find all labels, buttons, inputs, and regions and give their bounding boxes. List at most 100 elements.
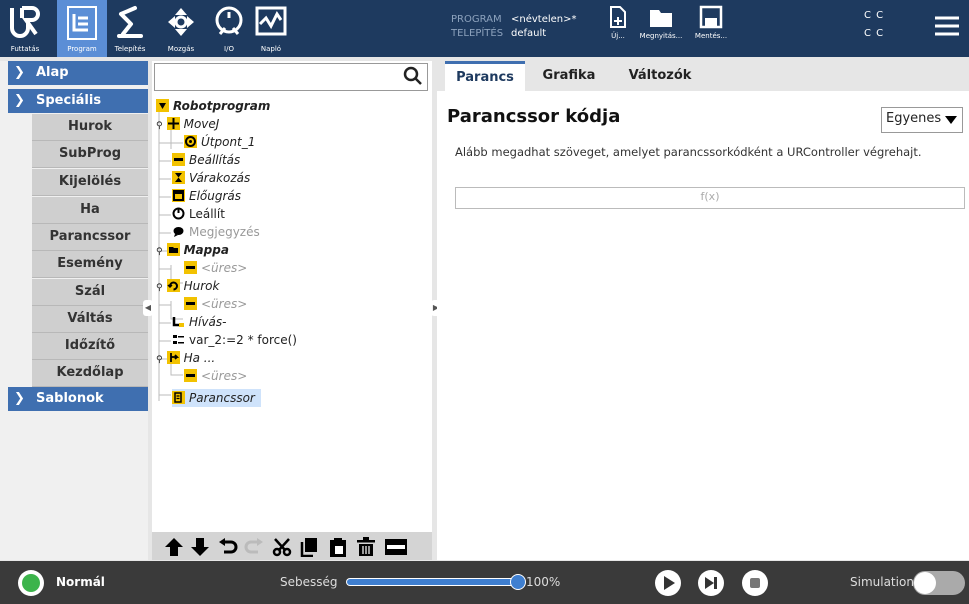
log-tab-button[interactable]: Napló bbox=[249, 0, 293, 57]
tree-node-wait[interactable]: Várakozás bbox=[172, 169, 250, 187]
nav-item-event[interactable]: Esemény bbox=[32, 251, 148, 278]
nav-item-if[interactable]: Ha bbox=[32, 197, 148, 224]
delete-icon[interactable] bbox=[356, 537, 376, 557]
expression-placeholder: f(x) bbox=[700, 190, 720, 203]
nav-templates-label: Sablonok bbox=[36, 391, 104, 406]
empty-icon bbox=[184, 297, 197, 310]
copy-icon[interactable] bbox=[300, 537, 320, 557]
tab-command[interactable]: Parancs bbox=[445, 61, 525, 91]
speed-slider-fill bbox=[347, 579, 517, 585]
stop-button[interactable] bbox=[741, 569, 769, 597]
call-icon bbox=[172, 317, 184, 327]
search-input[interactable] bbox=[154, 63, 428, 91]
halt-icon bbox=[172, 207, 185, 220]
tree-node-label: <üres> bbox=[201, 261, 248, 275]
open-label: Megnyitás... bbox=[639, 32, 683, 40]
nav-item-thread[interactable]: Szál bbox=[32, 279, 148, 306]
status-bar: Normál Sebesség 100% Simulation bbox=[0, 561, 969, 604]
tree-node-comment[interactable]: Megjegyzés bbox=[172, 223, 260, 241]
ur-logo-icon bbox=[10, 6, 40, 38]
play-button[interactable] bbox=[654, 569, 682, 597]
program-node-navigation: ❯ Alap ❯ Speciális Hurok SubProg Kijelöl… bbox=[0, 61, 148, 560]
suppress-icon[interactable] bbox=[384, 537, 408, 557]
tree-node-label: Hurok bbox=[183, 279, 220, 293]
description-text: Alább megadhat szöveget, amelyet parancs… bbox=[455, 145, 922, 159]
installation-tab-button[interactable]: Telepítés bbox=[108, 0, 152, 57]
chevron-right-icon: ❯ bbox=[14, 65, 25, 80]
nav-item-loop[interactable]: Hurok bbox=[32, 114, 148, 141]
undo-icon[interactable] bbox=[218, 537, 238, 557]
open-folder-icon bbox=[650, 10, 672, 27]
tree-node-loop[interactable]: ⚲ Hurok bbox=[156, 277, 219, 295]
if-icon bbox=[166, 351, 180, 364]
speed-value: 100% bbox=[526, 575, 561, 589]
cc-indicator-bottom: C C bbox=[864, 28, 885, 39]
nav-advanced-label: Speciális bbox=[36, 93, 102, 108]
tree-node-empty[interactable]: <üres> bbox=[184, 295, 247, 313]
new-file-icon bbox=[610, 6, 626, 28]
move-up-icon[interactable] bbox=[164, 537, 184, 557]
new-file-label: Új... bbox=[611, 32, 625, 40]
nav-item-assignment[interactable]: Kijelölés bbox=[32, 169, 148, 196]
paste-icon[interactable] bbox=[328, 537, 348, 557]
tree-node-call[interactable]: Hívás- bbox=[172, 313, 226, 331]
tree-node-waypoint[interactable]: Útpont_1 bbox=[184, 133, 255, 151]
move-down-icon[interactable] bbox=[190, 537, 210, 557]
program-name-label: PROGRAM bbox=[451, 14, 502, 25]
tree-node-halt[interactable]: Leállít bbox=[172, 205, 225, 223]
popup-icon bbox=[172, 189, 185, 202]
movej-icon bbox=[166, 117, 180, 130]
nav-item-subprog[interactable]: SubProg bbox=[32, 141, 148, 168]
simulation-toggle[interactable] bbox=[913, 571, 965, 595]
tab-graphics[interactable]: Grafika bbox=[529, 61, 609, 91]
tree-toolbar bbox=[152, 532, 432, 560]
tree-node-assignment[interactable]: var_2:=2 * force() bbox=[172, 331, 297, 349]
hamburger-menu-icon bbox=[935, 16, 959, 36]
tab-variables[interactable]: Változók bbox=[615, 61, 705, 91]
tree-node-robotprogram[interactable]: Robotprogram bbox=[156, 97, 270, 115]
io-tab-button[interactable]: I/O bbox=[209, 0, 249, 57]
move-tab-button[interactable]: Mozgás bbox=[158, 0, 204, 57]
tree-node-label: Mappa bbox=[183, 243, 229, 257]
hamburger-menu-button[interactable] bbox=[933, 14, 961, 38]
cut-icon[interactable] bbox=[272, 537, 292, 557]
nav-templates-header[interactable]: ❯ Sablonok bbox=[8, 387, 148, 411]
tree-node-movej[interactable]: ⚲ MoveJ bbox=[156, 115, 219, 133]
speed-slider-knob[interactable] bbox=[510, 574, 526, 590]
open-button[interactable]: Megnyitás... bbox=[636, 0, 686, 57]
redo-icon[interactable] bbox=[244, 537, 264, 557]
expand-pin-icon: ⚲ bbox=[156, 283, 163, 293]
new-file-button[interactable]: Új... bbox=[600, 0, 636, 57]
nav-item-script[interactable]: Parancssor bbox=[32, 224, 148, 251]
search-icon[interactable] bbox=[403, 66, 423, 90]
io-tab-label: I/O bbox=[224, 45, 234, 53]
run-tab-button[interactable]: Futtatás bbox=[0, 0, 50, 57]
expand-pin-icon: ⚲ bbox=[156, 247, 163, 257]
tree-node-script-selected[interactable]: Parancssor bbox=[172, 389, 261, 407]
nav-item-home[interactable]: Kezdőlap bbox=[32, 360, 148, 387]
script-mode-dropdown[interactable]: Egyenes bbox=[881, 107, 963, 133]
save-button[interactable]: Mentés... bbox=[688, 0, 734, 57]
tree-node-empty[interactable]: <üres> bbox=[184, 367, 247, 385]
empty-icon bbox=[184, 261, 197, 274]
speed-slider-track[interactable] bbox=[346, 578, 518, 586]
tree-node-if[interactable]: ⚲ Ha ... bbox=[156, 349, 215, 367]
tree-node-label: Hívás- bbox=[189, 315, 227, 329]
tree-node-empty[interactable]: <üres> bbox=[184, 259, 247, 277]
step-button[interactable] bbox=[697, 569, 725, 597]
chevron-right-icon: ❯ bbox=[14, 391, 25, 406]
tree-node-folder[interactable]: ⚲ Mappa bbox=[156, 241, 229, 259]
run-tab-label: Futtatás bbox=[10, 45, 40, 53]
nav-item-timer[interactable]: Időzítő bbox=[32, 333, 148, 360]
tree-node-popup[interactable]: Előugrás bbox=[172, 187, 241, 205]
program-tab-button[interactable]: Program bbox=[57, 0, 107, 57]
expression-field[interactable]: f(x) bbox=[455, 187, 965, 209]
tree-node-label: <üres> bbox=[201, 369, 248, 383]
robot-status-button[interactable] bbox=[18, 570, 44, 596]
expand-pin-icon: ⚲ bbox=[156, 121, 163, 131]
nav-item-switch[interactable]: Váltás bbox=[32, 306, 148, 333]
nav-advanced-header[interactable]: ❯ Speciális bbox=[8, 89, 148, 113]
tree-node-label: Parancssor bbox=[189, 391, 255, 405]
tree-node-set[interactable]: Beállítás bbox=[172, 151, 240, 169]
nav-basic-header[interactable]: ❯ Alap bbox=[8, 61, 148, 85]
